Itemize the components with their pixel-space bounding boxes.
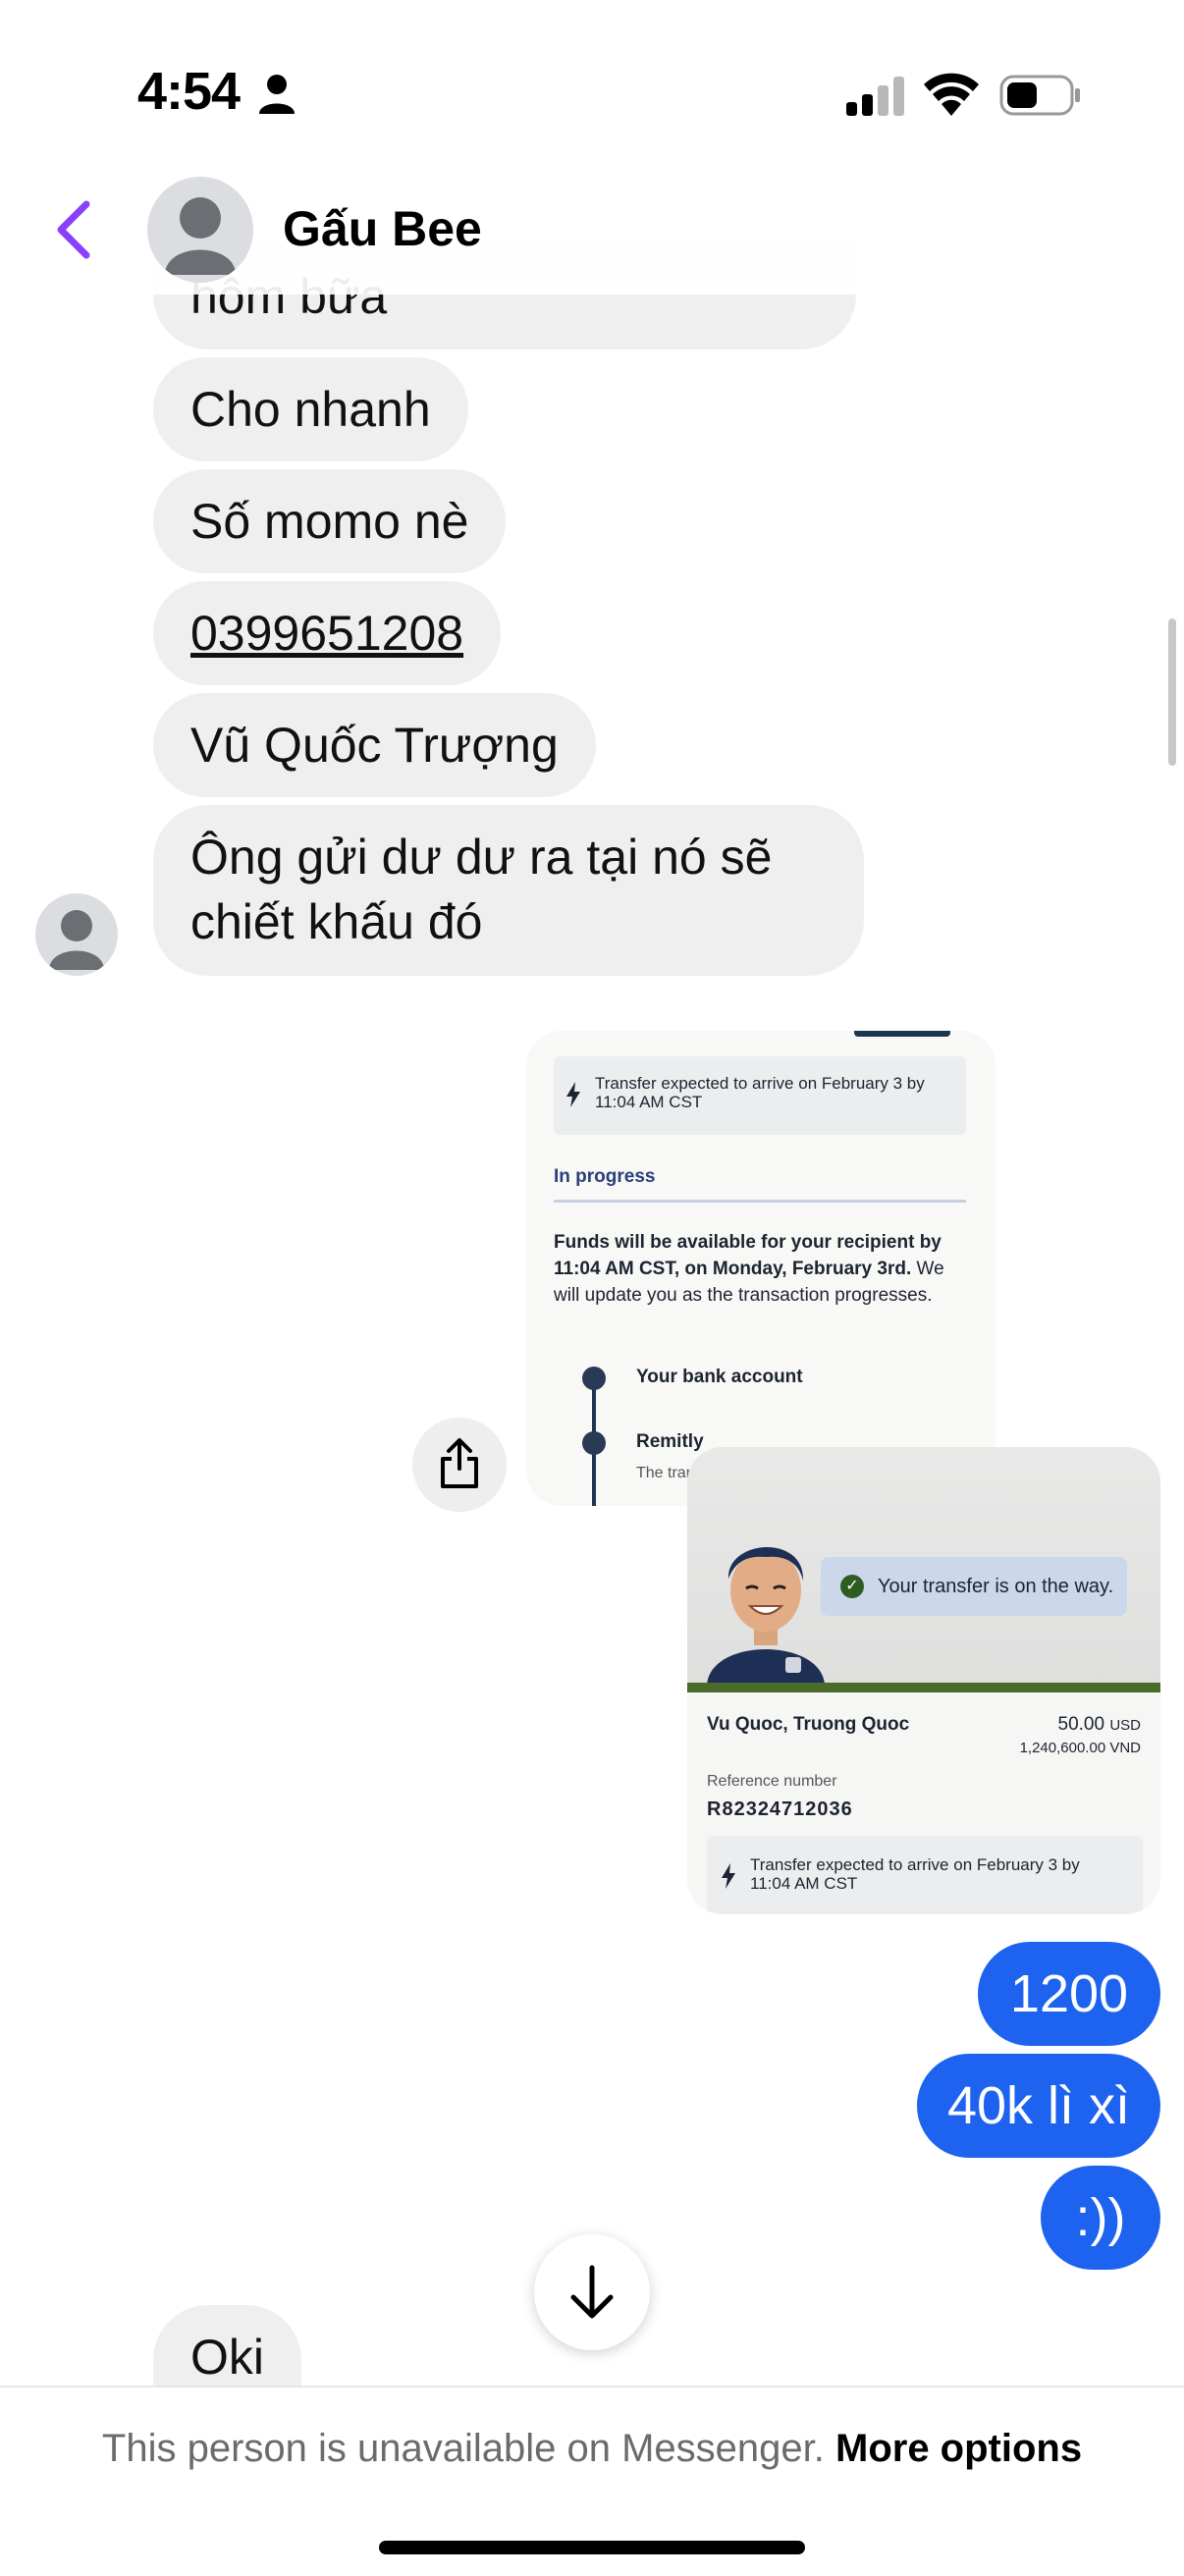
unavailable-notice: This person is unavailable on Messenger.… (0, 2427, 1184, 2471)
scroll-indicator[interactable] (1168, 618, 1176, 766)
lightning-icon (566, 1082, 580, 1107)
cellular-signal-icon (846, 77, 904, 116)
message-text: Số momo nè (190, 494, 469, 549)
message-text: 1200 (1009, 1964, 1129, 2023)
battery-icon (999, 75, 1080, 116)
message-incoming[interactable]: Ông gửi dư dư ra tại nó sẽ chiết khấu đó (153, 805, 864, 976)
message-incoming[interactable]: Vũ Quốc Trượng (153, 693, 596, 797)
home-indicator (379, 2541, 805, 2554)
message-incoming[interactable]: Cho nhanh (153, 357, 468, 461)
funds-paragraph: Funds will be available for your recipie… (554, 1229, 970, 1309)
funds-bold-text: Funds will be available for your recipie… (554, 1232, 942, 1279)
contact-avatar[interactable] (147, 177, 253, 283)
message-incoming[interactable]: Số momo nè (153, 469, 507, 573)
message-incoming[interactable]: 0399651208 (153, 581, 502, 685)
shared-image-transfer-summary[interactable]: ✓ Your transfer is on the way. Vu Quoc, … (687, 1447, 1160, 1914)
reference-number: R82324712036 (707, 1798, 853, 1820)
sender-avatar[interactable] (35, 893, 118, 976)
progress-underline (554, 1200, 966, 1203)
status-banner: ✓ Your transfer is on the way. (821, 1557, 1127, 1616)
status-banner-text: Your transfer is on the way. (878, 1576, 1114, 1597)
message-outgoing[interactable]: :)) (1041, 2166, 1160, 2270)
message-text: 40k lì xì (946, 2076, 1131, 2135)
status-bar: 4:54 (0, 0, 1184, 147)
share-icon (441, 1438, 478, 1488)
scroll-to-bottom-button[interactable] (534, 2234, 650, 2350)
message-text: Cho nhanh (190, 382, 431, 437)
arrow-down-icon (570, 2265, 614, 2319)
share-button[interactable] (412, 1418, 507, 1512)
message-text: Vũ Quốc Trượng (190, 718, 559, 773)
reference-label: Reference number (707, 1773, 837, 1790)
unavailable-text: This person is unavailable on Messenger. (101, 2427, 825, 2470)
agent-illustration (707, 1546, 825, 1685)
message-text: Ông gửi dư dư ra tại nó sẽ chiết khấu đó (190, 830, 773, 949)
message-text: Oki (190, 2330, 264, 2385)
message-outgoing[interactable]: 40k lì xì (917, 2054, 1160, 2158)
amount-value: 50.00 (1057, 1714, 1105, 1735)
avatar-placeholder-icon (49, 910, 104, 970)
contact-name[interactable]: Gấu Bee (283, 200, 482, 257)
timeline-dot (582, 1367, 606, 1390)
avatar-placeholder-icon (165, 197, 236, 275)
shared-image-transfer-progress[interactable]: Transfer expected to arrive on February … (526, 1031, 996, 1506)
timeline-dot (582, 1431, 606, 1455)
phone-number-link[interactable]: 0399651208 (190, 602, 463, 665)
more-options-link[interactable]: More options (835, 2427, 1082, 2470)
expected-box: Transfer expected to arrive on February … (554, 1056, 966, 1135)
green-divider (687, 1683, 1160, 1692)
back-chevron-icon[interactable] (51, 198, 94, 261)
status-time: 4:54 (137, 62, 241, 121)
expected-text: Transfer expected to arrive on February … (595, 1074, 925, 1111)
amount-currency: USD (1109, 1717, 1141, 1734)
in-progress-label: In progress (554, 1166, 656, 1187)
footer-bar: This person is unavailable on Messenger.… (0, 2386, 1184, 2576)
message-text: :)) (1075, 2188, 1126, 2247)
wifi-icon (924, 73, 979, 116)
check-circle-icon: ✓ (840, 1575, 864, 1598)
person-icon (259, 75, 295, 114)
amount: 50.00 USD (1058, 1714, 1142, 1736)
step-bank-account: Your bank account (636, 1367, 803, 1387)
message-outgoing[interactable]: 1200 (978, 1942, 1160, 2046)
image-top-edge (854, 1031, 950, 1037)
recipient-name: Vu Quoc, Truong Quoc (707, 1714, 910, 1735)
amount-converted: 1,240,600.00 VND (1019, 1740, 1141, 1756)
expected-box: Transfer expected to arrive on February … (707, 1836, 1143, 1914)
expected-text: Transfer expected to arrive on February … (750, 1855, 1080, 1893)
lightning-icon (722, 1863, 735, 1889)
